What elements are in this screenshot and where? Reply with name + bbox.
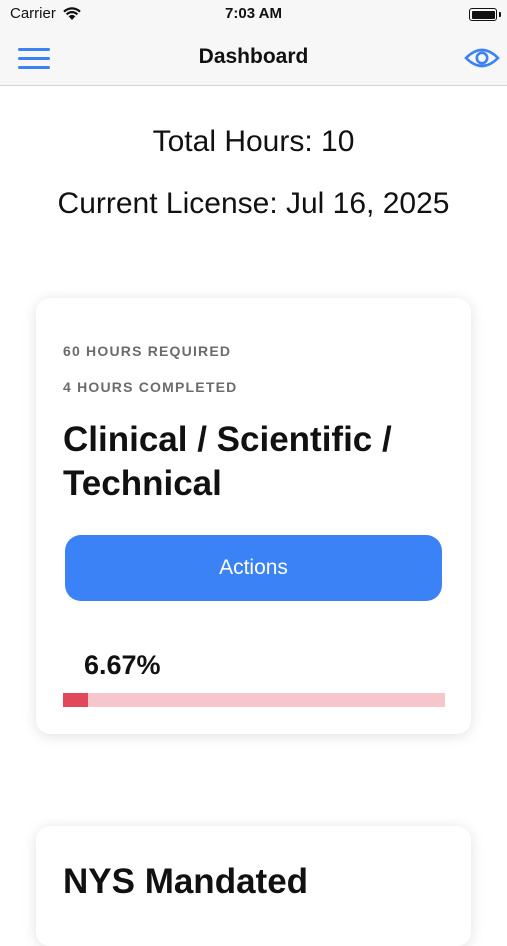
hours-completed-label: 4 HOURS COMPLETED bbox=[63, 379, 238, 395]
progress-bar-fill bbox=[63, 693, 89, 707]
current-license-text: Current License: Jul 16, 2025 bbox=[57, 187, 450, 220]
total-hours-text: Total Hours: 10 bbox=[152, 125, 355, 158]
card-title: Clinical / Scientific / Technical bbox=[63, 420, 392, 503]
progress-percent-label: 6.67% bbox=[84, 650, 161, 680]
actions-button[interactable]: Actions bbox=[65, 535, 442, 601]
card-title: NYS Mandated bbox=[63, 862, 309, 901]
eye-icon[interactable] bbox=[464, 44, 500, 72]
page-title: Dashboard bbox=[198, 45, 309, 68]
requirement-card: NYS Mandated bbox=[36, 826, 471, 946]
status-bar: Carrier 7:03 AM bbox=[0, 0, 507, 30]
hours-required-label: 60 HOURS REQUIRED bbox=[63, 343, 232, 359]
requirement-card: 60 HOURS REQUIRED 4 HOURS COMPLETED Clin… bbox=[36, 298, 471, 734]
navigation-bar: Dashboard bbox=[0, 30, 507, 86]
battery-icon bbox=[469, 8, 501, 21]
progress-bar bbox=[63, 693, 445, 707]
status-time: 7:03 AM bbox=[225, 5, 282, 22]
